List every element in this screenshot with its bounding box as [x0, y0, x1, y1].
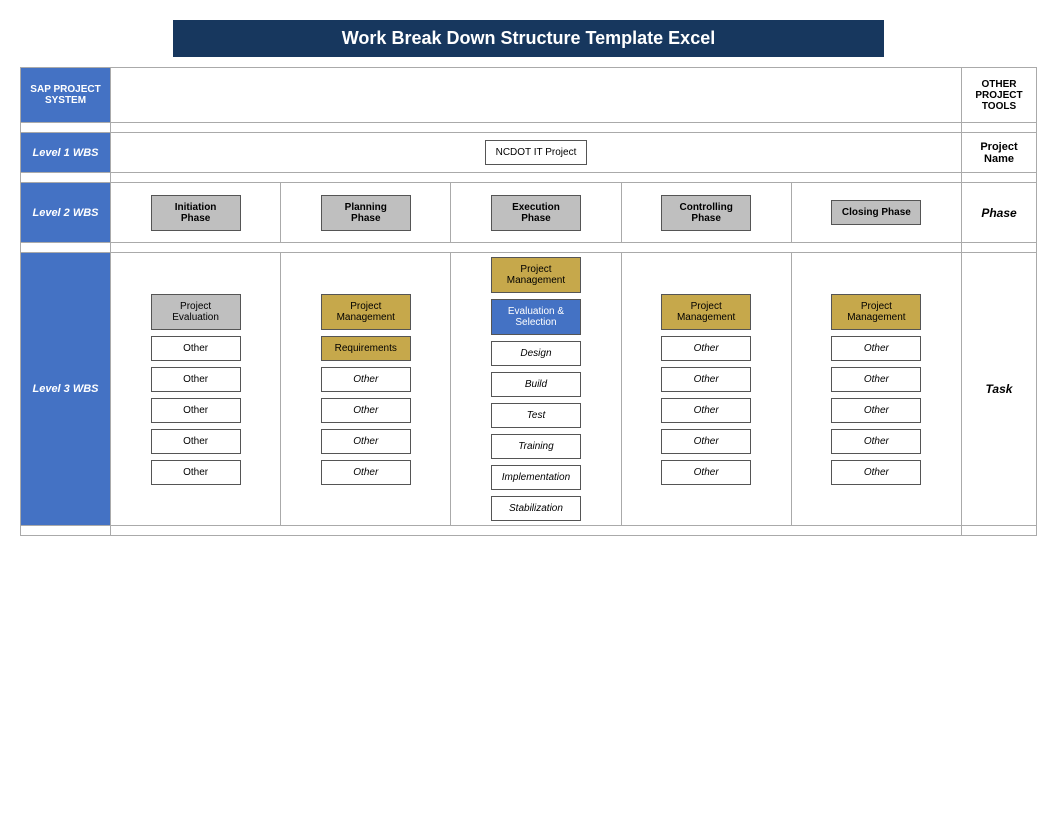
level3-label: Level 3 WBS [21, 253, 111, 526]
task-execution-8[interactable]: Stabilization [491, 496, 581, 521]
task-execution-2[interactable]: Evaluation & Selection [491, 299, 581, 335]
task-initiation-1[interactable]: Project Evaluation [151, 294, 241, 330]
phase-planning: Planning Phase [321, 195, 411, 231]
phase-label: Phase [962, 183, 1037, 243]
task-planning-4[interactable]: Other [321, 398, 411, 423]
task-planning-3[interactable]: Other [321, 367, 411, 392]
task-execution-7[interactable]: Implementation [491, 465, 581, 490]
main-table: SAP PROJECT SYSTEM OTHER PROJECT TOOLS L… [20, 67, 1037, 536]
task-closing-3[interactable]: Other [831, 367, 921, 392]
task-planning-1[interactable]: Project Management [321, 294, 411, 330]
task-label: Task [962, 253, 1037, 526]
task-closing-1[interactable]: Project Management [831, 294, 921, 330]
task-initiation-6[interactable]: Other [151, 460, 241, 485]
task-initiation-5[interactable]: Other [151, 429, 241, 454]
phase-initiation: Initiation Phase [151, 195, 241, 231]
closing-tasks: Project Management Other Other Other Oth… [791, 253, 961, 526]
level1-label: Level 1 WBS [21, 133, 111, 173]
task-controlling-1[interactable]: Project Management [661, 294, 751, 330]
task-controlling-2[interactable]: Other [661, 336, 751, 361]
task-execution-6[interactable]: Training [491, 434, 581, 459]
task-initiation-3[interactable]: Other [151, 367, 241, 392]
task-controlling-6[interactable]: Other [661, 460, 751, 485]
task-execution-5[interactable]: Test [491, 403, 581, 428]
task-planning-5[interactable]: Other [321, 429, 411, 454]
controlling-tasks: Project Management Other Other Other Oth… [621, 253, 791, 526]
task-execution-3[interactable]: Design [491, 341, 581, 366]
task-execution-4[interactable]: Build [491, 372, 581, 397]
task-planning-6[interactable]: Other [321, 460, 411, 485]
task-closing-4[interactable]: Other [831, 398, 921, 423]
task-execution-1[interactable]: Project Management [491, 257, 581, 293]
task-controlling-4[interactable]: Other [661, 398, 751, 423]
other-tools-header: OTHER PROJECT TOOLS [962, 68, 1037, 123]
page-title: Work Break Down Structure Template Excel [173, 20, 885, 57]
ncdot-box: NCDOT IT Project [485, 140, 588, 165]
task-controlling-3[interactable]: Other [661, 367, 751, 392]
task-closing-2[interactable]: Other [831, 336, 921, 361]
phase-closing: Closing Phase [831, 200, 921, 225]
execution-tasks: Project Management Evaluation & Selectio… [451, 253, 621, 526]
sap-header: SAP PROJECT SYSTEM [21, 68, 111, 123]
initiation-tasks: Project Evaluation Other Other Other Oth… [111, 253, 281, 526]
phase-execution: Execution Phase [491, 195, 581, 231]
planning-tasks: Project Management Requirements Other Ot… [281, 253, 451, 526]
task-closing-5[interactable]: Other [831, 429, 921, 454]
task-planning-2[interactable]: Requirements [321, 336, 411, 361]
project-name-label: Project Name [962, 133, 1037, 173]
task-initiation-2[interactable]: Other [151, 336, 241, 361]
task-initiation-4[interactable]: Other [151, 398, 241, 423]
page-container: Work Break Down Structure Template Excel… [20, 20, 1037, 536]
task-closing-6[interactable]: Other [831, 460, 921, 485]
phase-controlling: Controlling Phase [661, 195, 751, 231]
level2-label: Level 2 WBS [21, 183, 111, 243]
task-controlling-5[interactable]: Other [661, 429, 751, 454]
